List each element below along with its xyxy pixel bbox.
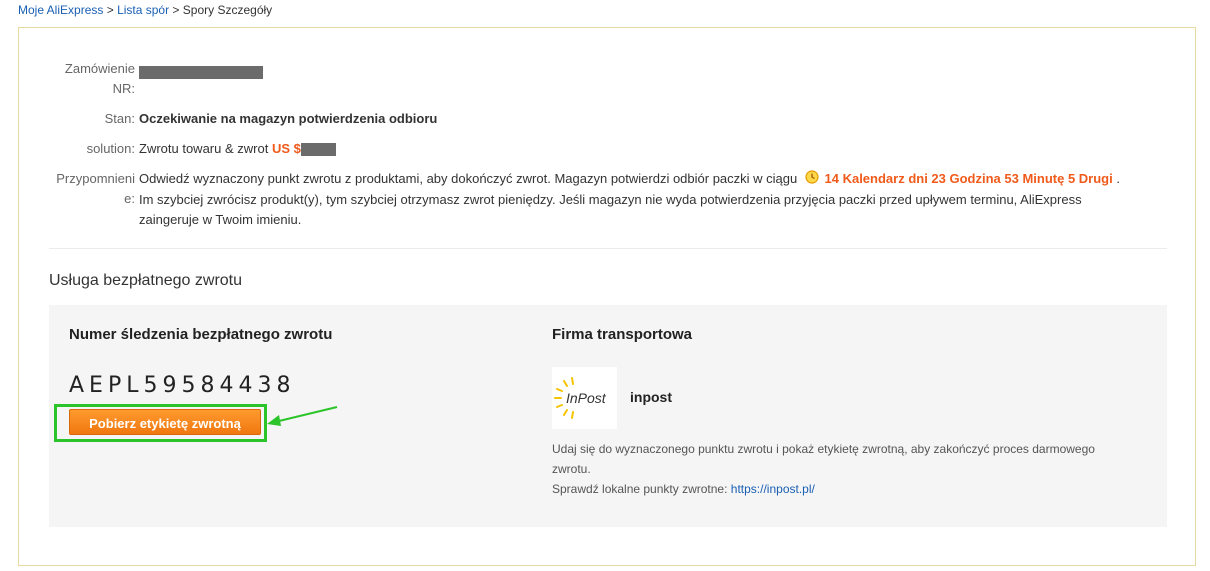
reminder-line3: zaingeruje w Twoim imieniu. — [139, 211, 302, 227]
reminder-row: Przypomnieni e: Odwiedź wyznaczony punkt… — [19, 169, 1179, 233]
solution-label: solution: — [86, 141, 135, 156]
breadcrumb-link-dispute-list[interactable]: Lista spór — [117, 3, 169, 17]
status-value: Oczekiwanie na magazyn potwierdzenia odb… — [139, 111, 438, 126]
svg-text:InPost: InPost — [566, 390, 607, 406]
clock-icon — [805, 169, 819, 190]
arrow-pointer-icon — [267, 406, 338, 426]
tracking-number: AEPL59584438 — [69, 373, 296, 398]
info-line1: Udaj się do wyznaczonego punktu zwrotu i… — [552, 442, 1095, 456]
redacted-order-number — [139, 66, 263, 80]
reminder-label: Przypomnieni e: — [19, 169, 135, 209]
order-label-line2: NR: — [112, 81, 135, 96]
order-number-row: Zamówienie NR: — [19, 59, 619, 99]
solution-row: solution: Zwrotu towaru & zwrot US $ — [19, 139, 919, 159]
breadcrumb-link-my-aliexpress[interactable]: Moje AliExpress — [18, 3, 103, 17]
carrier-name: inpost — [630, 389, 672, 405]
solution-value: Zwrotu towaru & zwrot US $ — [139, 139, 336, 159]
inpost-logo: InPost — [552, 367, 617, 429]
status-label: Stan: — [104, 111, 135, 126]
breadcrumb: Moje AliExpress > Lista spór > Spory Szc… — [18, 3, 272, 17]
reminder-text: Odwiedź wyznaczony punkt zwrotu z produk… — [139, 169, 1169, 230]
free-return-section-title: Usługa bezpłatnego zwrotu — [49, 272, 243, 289]
refund-currency: US $ — [271, 141, 301, 156]
inpost-link[interactable]: https://inpost.pl/ — [731, 482, 815, 496]
carrier-info: Udaj się do wyznaczonego punktu zwrotu i… — [552, 439, 1132, 499]
info-line2: zwrotu. — [552, 462, 591, 476]
order-number-label: Zamówienie NR: — [19, 59, 135, 99]
free-return-box: Numer śledzenia bezpłatnego zwrotu AEPL5… — [49, 305, 1167, 527]
reminder-line1: Odwiedź wyznaczony punkt zwrotu z produk… — [139, 169, 1169, 190]
redacted-refund-amount — [300, 143, 336, 157]
info-line3: Sprawdź lokalne punkty zwrotne: https://… — [552, 479, 1132, 499]
divider — [49, 248, 1167, 249]
reminder-text-part1: Odwiedź wyznaczony punkt zwrotu z produk… — [139, 171, 798, 186]
status-row: Stan: Oczekiwanie na magazyn potwierdzen… — [19, 109, 919, 129]
info-line3-prefix: Sprawdź lokalne punkty zwrotne: — [552, 482, 728, 496]
countdown-timer: 14 Kalendarz dni 23 Godzina 53 Minutę 5 … — [824, 171, 1113, 186]
reminder-text-part2: . — [1116, 171, 1120, 186]
breadcrumb-separator: > — [103, 3, 118, 17]
reminder-label-line1: Przypomnieni — [56, 171, 135, 186]
breadcrumb-current: Spory Szczegóły — [182, 3, 273, 17]
tracking-title: Numer śledzenia bezpłatnego zwrotu — [69, 326, 333, 343]
reminder-line2: Im szybciej zwrócisz produkt(y), tym szy… — [139, 191, 1082, 207]
dispute-details-panel: Zamówienie NR: Stan: Oczekiwanie na maga… — [18, 27, 1196, 566]
order-number-value — [139, 62, 263, 82]
reminder-label-line2: e: — [124, 191, 135, 206]
breadcrumb-separator: > — [169, 3, 183, 17]
download-return-label-button[interactable]: Pobierz etykietę zwrotną — [69, 409, 261, 435]
solution-text: Zwrotu towaru & zwrot — [139, 141, 269, 156]
carrier-title: Firma transportowa — [552, 326, 693, 343]
order-label-line1: Zamówienie — [64, 61, 135, 76]
